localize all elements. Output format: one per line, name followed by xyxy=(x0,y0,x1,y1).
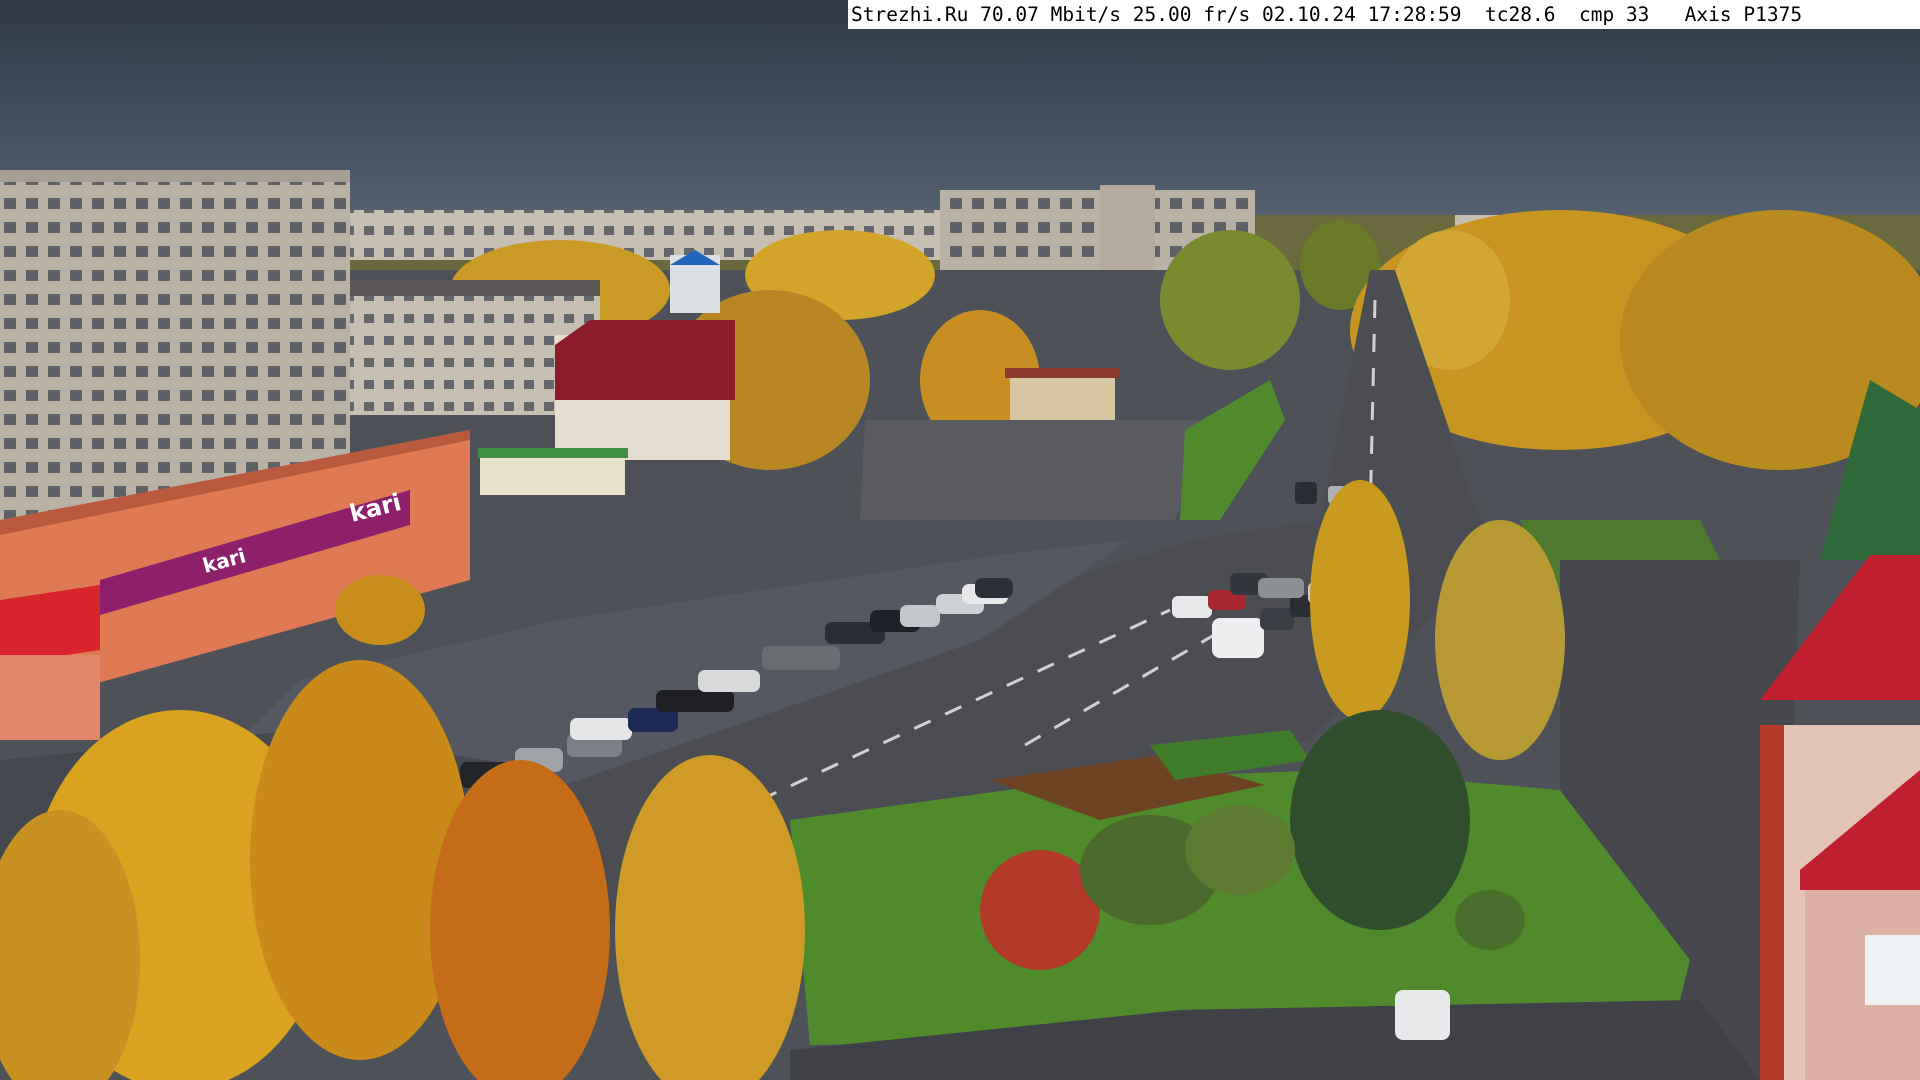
overlay-datetime: 02.10.24 17:28:59 xyxy=(1261,3,1462,26)
city-square-image: kari kari xyxy=(0,0,1920,1080)
overlay-bitrate: 70.07 Mbit/s xyxy=(980,3,1122,26)
overlay-camera: Axis P1375 xyxy=(1684,3,1803,26)
overlay-cmp: cmp 33 xyxy=(1578,3,1650,26)
overlay-site: Strezhi.Ru xyxy=(851,3,969,26)
plaza-parking xyxy=(860,420,1215,520)
green-kiosk xyxy=(480,455,625,495)
small-pavilion xyxy=(1010,372,1115,420)
overlay-tc: tc28.6 xyxy=(1485,3,1556,26)
webcam-scene: kari kari xyxy=(0,0,1920,1080)
camera-overlay-bar: Strezhi.Ru 70.07 Mbit/s 25.00 fr/s 02.10… xyxy=(848,0,1920,29)
overlay-framerate: 25.00 fr/s xyxy=(1132,3,1251,26)
